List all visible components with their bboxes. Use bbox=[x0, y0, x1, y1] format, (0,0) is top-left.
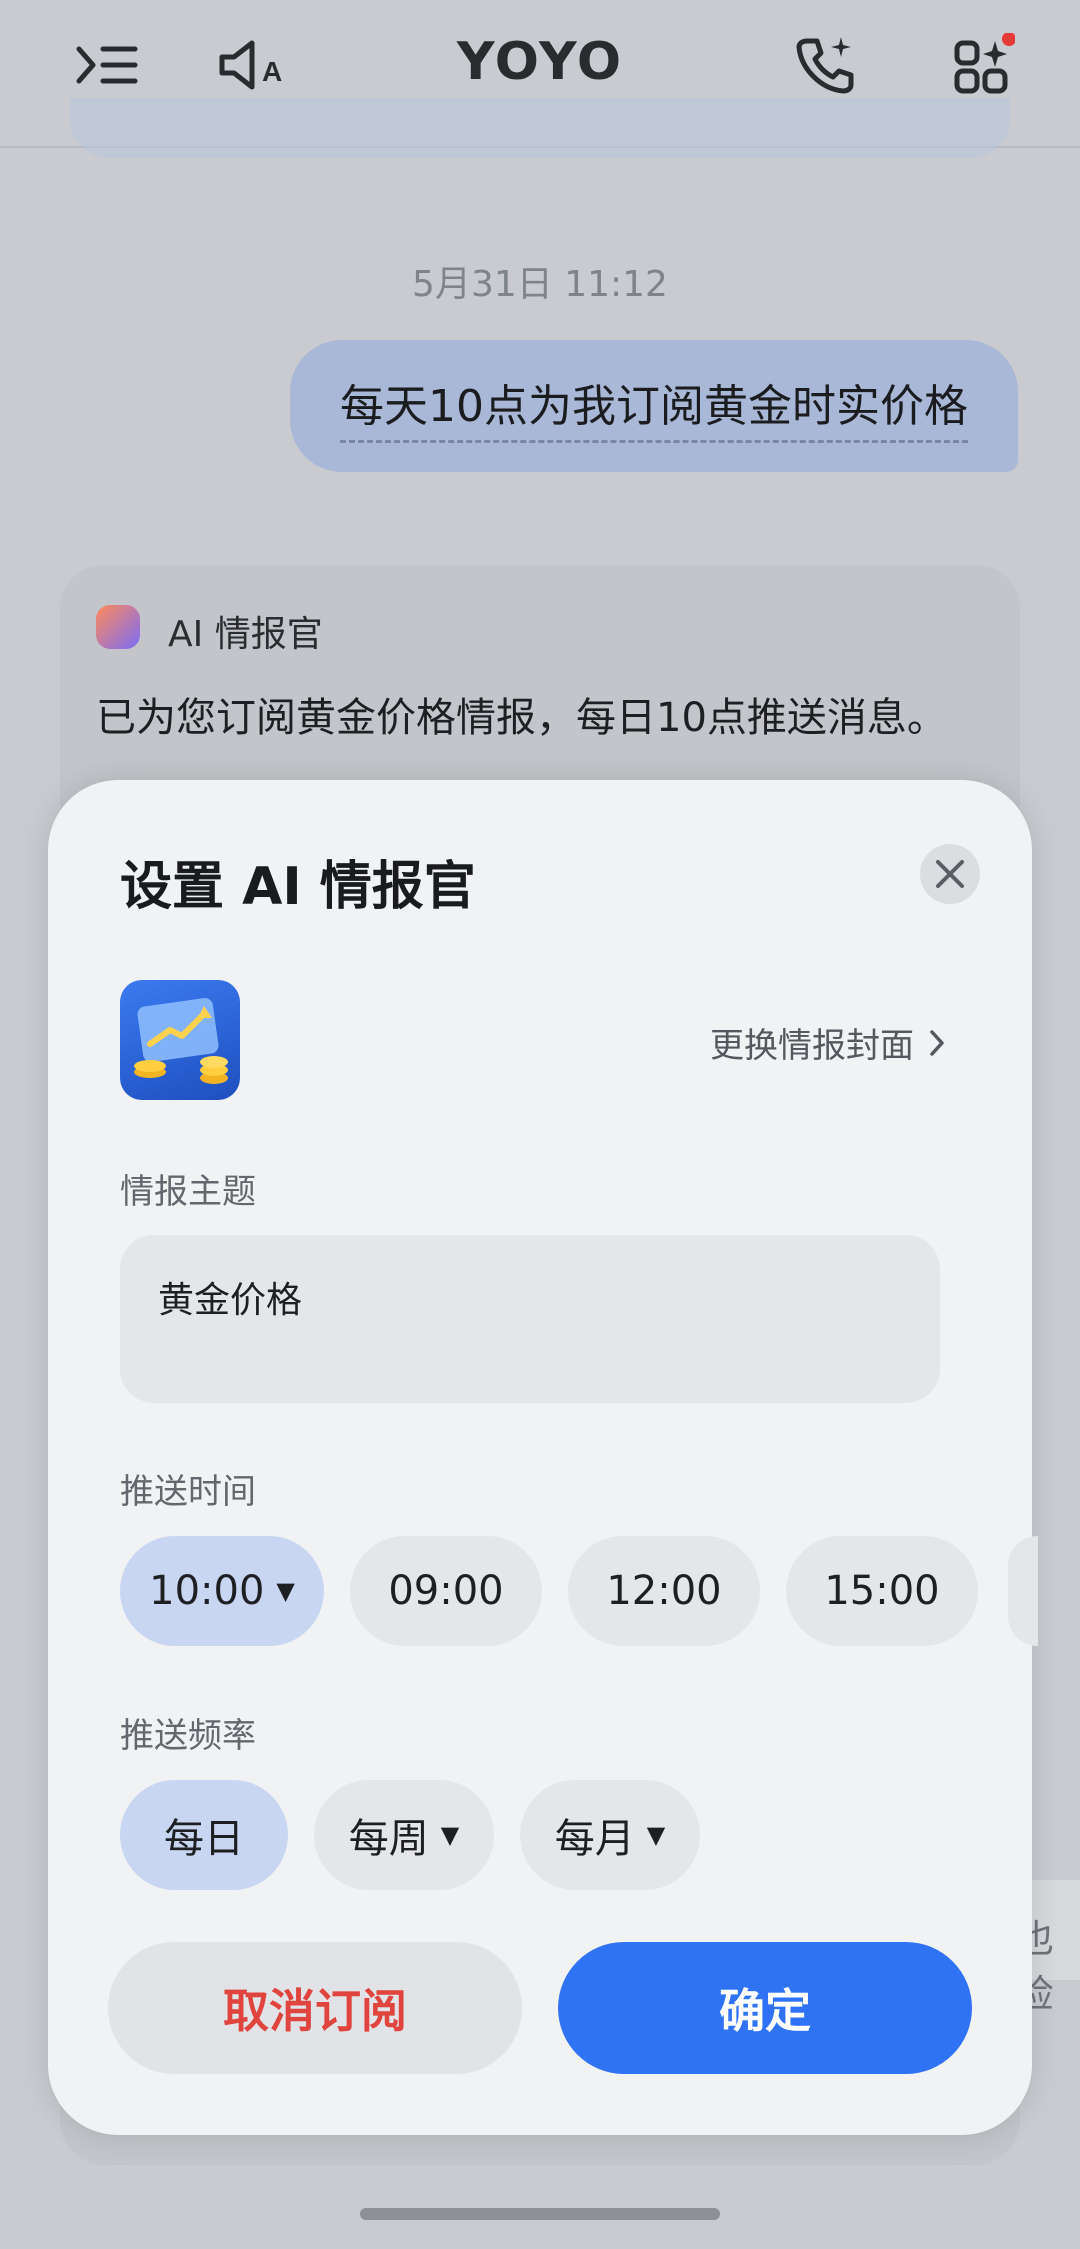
push-time-label: 推送时间 bbox=[120, 1472, 256, 1512]
change-cover-label: 更换情报封面 bbox=[710, 1026, 914, 1066]
cancel-subscription-button[interactable]: 取消订阅 bbox=[108, 1942, 522, 2074]
ai-avatar-icon bbox=[96, 605, 140, 649]
caret-down-icon: ▼ bbox=[440, 1821, 460, 1849]
ai-phone-call-icon[interactable] bbox=[790, 30, 860, 100]
time-option[interactable]: 09:00 bbox=[350, 1536, 542, 1646]
frequency-option-label: 每月 bbox=[554, 1816, 635, 1862]
user-message-text: 每天10点为我订阅黄金时实价格 bbox=[340, 370, 968, 443]
time-option-overflow[interactable] bbox=[1008, 1536, 1038, 1646]
briefing-cover-image[interactable] bbox=[120, 980, 240, 1100]
time-option-label: 09:00 bbox=[388, 1568, 504, 1614]
push-time-options: 10:00 ▼ 09:00 12:00 15:00 bbox=[120, 1536, 978, 1646]
time-option-label: 12:00 bbox=[606, 1568, 722, 1614]
confirm-button[interactable]: 确定 bbox=[558, 1942, 972, 2074]
chat-timestamp: 5月31日 11:12 bbox=[412, 264, 668, 305]
chevron-right-icon bbox=[930, 1029, 944, 1056]
gold-trend-cover-icon bbox=[134, 998, 228, 1084]
time-option-label: 10:00 bbox=[149, 1568, 265, 1614]
settings-bottom-sheet: 设置 AI 情报官 更换情报封面 情报主题 黄金价格 推送时间 10:00 ▼ … bbox=[48, 780, 1038, 2135]
time-option-label: 15:00 bbox=[824, 1568, 940, 1614]
close-button[interactable] bbox=[920, 844, 980, 904]
frequency-option-selected[interactable]: 每日 bbox=[120, 1780, 288, 1890]
caret-down-icon: ▼ bbox=[646, 1821, 666, 1849]
ai-agent-name: AI 情报官 bbox=[168, 614, 323, 655]
sheet-title: 设置 AI 情报官 bbox=[120, 857, 476, 917]
push-frequency-label: 推送频率 bbox=[120, 1716, 256, 1756]
apps-grid-icon[interactable] bbox=[948, 30, 1018, 100]
frequency-option-label: 每周 bbox=[348, 1816, 429, 1862]
topic-value: 黄金价格 bbox=[158, 1280, 303, 1321]
push-frequency-options: 每日 每周 ▼ 每月 ▼ bbox=[120, 1780, 700, 1890]
topic-input[interactable]: 黄金价格 bbox=[120, 1235, 940, 1403]
time-option-selected[interactable]: 10:00 ▼ bbox=[120, 1536, 324, 1646]
caret-down-icon: ▼ bbox=[276, 1577, 295, 1605]
notification-dot bbox=[1002, 33, 1015, 46]
time-option[interactable]: 15:00 bbox=[786, 1536, 978, 1646]
change-cover-link[interactable]: 更换情报封面 bbox=[710, 1018, 946, 1067]
topic-label: 情报主题 bbox=[120, 1172, 256, 1212]
top-app-bar: A YOYO bbox=[0, 0, 1080, 158]
ai-reply-text: 已为您订阅黄金价格情报，每日10点推送消息。 bbox=[96, 695, 947, 741]
app-title: YOYO bbox=[456, 32, 624, 92]
time-option[interactable]: 12:00 bbox=[568, 1536, 760, 1646]
previous-message-card bbox=[70, 98, 1010, 158]
close-icon bbox=[936, 860, 964, 888]
frequency-option-label: 每日 bbox=[164, 1816, 244, 1862]
frequency-option[interactable]: 每月 ▼ bbox=[520, 1780, 700, 1890]
home-indicator[interactable] bbox=[360, 2208, 720, 2220]
user-message-bubble[interactable]: 每天10点为我订阅黄金时实价格 bbox=[290, 340, 1018, 472]
frequency-option[interactable]: 每周 ▼ bbox=[314, 1780, 494, 1890]
